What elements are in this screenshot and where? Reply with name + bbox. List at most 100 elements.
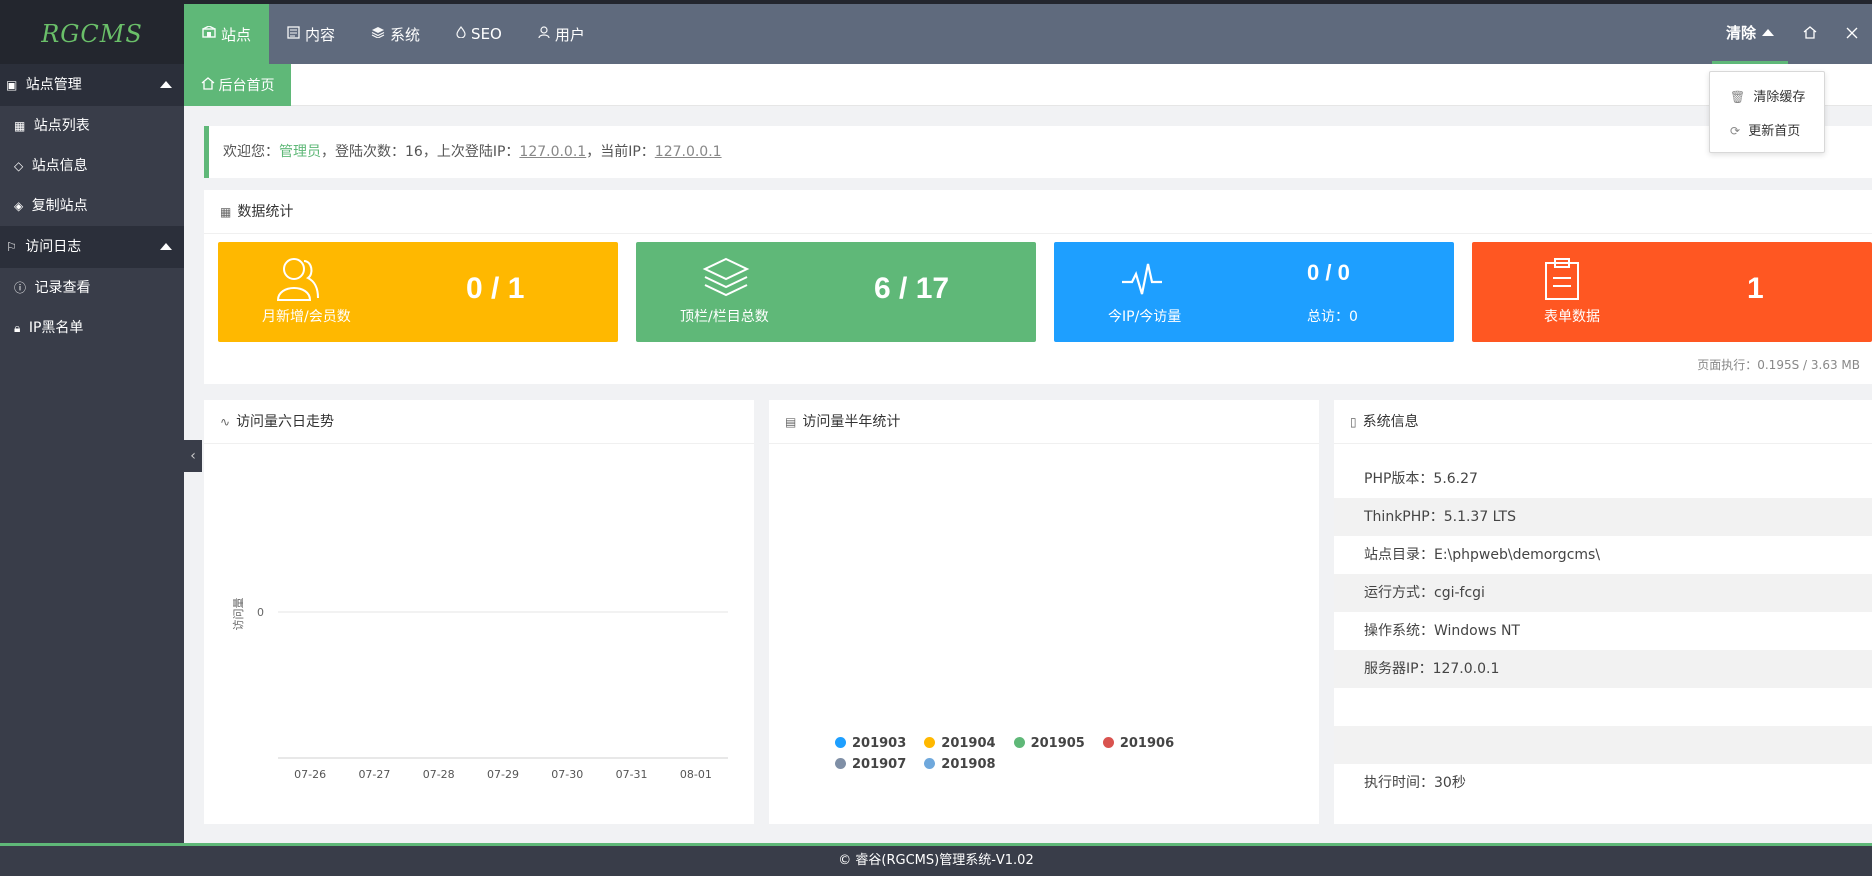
close-button[interactable]: [1832, 4, 1872, 64]
home-button[interactable]: [1788, 4, 1832, 64]
topnav-label: 用户: [554, 25, 585, 44]
site-icon: [202, 25, 216, 42]
login-count: 16: [405, 144, 423, 160]
footer: © 睿谷(RGCMS)管理系统-V1.02: [0, 843, 1872, 876]
stat-card-value: 0 / 1: [466, 272, 525, 305]
topnav-seo[interactable]: SEO: [438, 4, 520, 64]
welcome-bar: 欢迎您：管理员，登陆次数：16，上次登陆IP：127.0.0.1，当前IP：12…: [204, 126, 1872, 178]
sysinfo-row: 操作系统：Windows NT: [1364, 623, 1520, 639]
stat-card-forms[interactable]: 表单数据 1: [1472, 242, 1872, 342]
x-tick-label: 07-31: [616, 768, 648, 781]
stat-card-columns[interactable]: 顶栏/栏目总数 6 / 17: [636, 242, 1036, 342]
sidebar-item-label: 站点列表: [33, 118, 90, 134]
clipboard-icon: ▤: [785, 415, 797, 429]
legend-dot: [924, 737, 936, 748]
welcome-prefix: 欢迎您：: [223, 144, 279, 160]
stat-card-label: 顶栏/栏目总数: [680, 309, 769, 325]
sidebar-collapse-button[interactable]: ‹: [184, 440, 202, 472]
topnav-label: 站点: [221, 25, 252, 44]
topnav-label: 内容: [305, 25, 336, 44]
last-ip-link[interactable]: 127.0.0.1: [519, 144, 586, 160]
sysinfo-rows: PHP版本：5.6.27 ThinkPHP：5.1.37 LTS 站点目录：E:…: [1334, 444, 1872, 802]
legend-item[interactable]: 201903: [835, 736, 906, 751]
tag-icon: ◇: [14, 159, 24, 173]
sidebar-item-site-list[interactable]: ▦ 站点列表: [0, 106, 184, 146]
sidebar-group-visit-log[interactable]: ⚐ 访问日志: [0, 226, 184, 268]
sidebar-item-copy-site[interactable]: ◈ 复制站点: [0, 186, 184, 226]
sidebar-item-label: 站点信息: [31, 158, 88, 174]
sidebar-item-record-view[interactable]: ⓘ 记录查看: [0, 268, 184, 308]
legend-item[interactable]: 201907: [835, 757, 906, 772]
legend-item[interactable]: 201904: [924, 736, 996, 751]
list-icon: ▦: [14, 119, 26, 133]
legend-label: 201903: [852, 736, 907, 751]
stat-card-members[interactable]: 月新增/会员数 0 / 1: [218, 242, 618, 342]
topnav-content[interactable]: 内容: [269, 4, 353, 64]
stat-card-value: 0 / 0: [1307, 260, 1350, 285]
x-tick-label: 07-30: [551, 768, 583, 781]
x-tick-label: 07-28: [423, 768, 455, 781]
stat-card-label: 表单数据: [1544, 309, 1600, 325]
legend-item[interactable]: 201906: [1102, 736, 1174, 751]
welcome-user: 管理员: [279, 144, 321, 160]
sidebar-group-site-manage[interactable]: ▣ 站点管理: [0, 64, 184, 106]
chart1-title: ∿ 访问量六日走势: [204, 400, 754, 444]
app-logo[interactable]: RGCMS: [0, 4, 184, 64]
sidebar-item-label: 复制站点: [31, 198, 88, 214]
topnav-user[interactable]: 用户: [520, 4, 603, 64]
user-icon: [538, 25, 550, 43]
sysinfo-row: PHP版本：5.6.27: [1364, 471, 1478, 487]
stack-icon: [702, 256, 758, 302]
legend-label: 201904: [941, 736, 996, 751]
chart2-legend: 201903 201904 201905 201906 201907 201908: [835, 736, 1255, 778]
seo-icon: [456, 26, 466, 42]
system-icon: [371, 26, 385, 42]
sysinfo-row: 站点目录：E:\phpweb\demorgcms\: [1364, 547, 1601, 563]
stat-card-value: 6 / 17: [874, 272, 950, 305]
legend-label: 201908: [941, 757, 996, 772]
caret-up-icon: [1762, 29, 1774, 36]
sysinfo-row: 执行时间：30秒: [1364, 775, 1466, 791]
sidebar-item-ip-blacklist[interactable]: 🔒︎ IP黑名单: [0, 308, 184, 348]
clear-menu-button[interactable]: 清除: [1711, 4, 1788, 64]
content-icon: [287, 25, 300, 43]
top-navigation: 站点 内容 系统 SEO 用户: [184, 4, 603, 64]
footer-text: © 睿谷(RGCMS)管理系统-V1.02: [838, 853, 1034, 868]
stats-title: ▦ 数据统计: [204, 190, 1872, 234]
dropdown-item-update-home[interactable]: ⟳ 更新首页: [1710, 114, 1824, 148]
dropdown-item-label: 更新首页: [1748, 124, 1801, 139]
document-icon: ▯: [1350, 415, 1357, 429]
chart2-title-text: 访问量半年统计: [802, 414, 901, 430]
legend-item[interactable]: 201905: [1013, 736, 1085, 751]
clipboard-icon: [1542, 256, 1598, 302]
topnav-site[interactable]: 站点: [184, 4, 270, 64]
dropdown-item-label: 清除缓存: [1753, 90, 1806, 105]
sysinfo-row: ThinkPHP：5.1.37 LTS: [1334, 498, 1872, 536]
stat-cards: 月新增/会员数 0 / 1 顶栏/栏目总数 6 / 17 今IP/今访量 0 /…: [218, 242, 1872, 342]
sidebar-item-site-info[interactable]: ◇ 站点信息: [0, 146, 184, 186]
tab-dashboard-home[interactable]: 后台首页: [184, 64, 291, 106]
legend-label: 201905: [1030, 736, 1085, 751]
chart1-title-text: 访问量六日走势: [236, 414, 335, 430]
stat-card-visits[interactable]: 今IP/今访量 0 / 0 总访：0: [1054, 242, 1454, 342]
x-tick-label: 07-26: [294, 768, 326, 781]
x-tick-label: 07-27: [358, 768, 390, 781]
site-manage-icon: ▣: [6, 78, 18, 92]
page-exec-info: 页面执行：0.195S / 3.63 MB: [1697, 358, 1860, 372]
current-ip-link[interactable]: 127.0.0.1: [655, 144, 722, 160]
legend-label: 201907: [852, 757, 907, 772]
topnav-system[interactable]: 系统: [353, 4, 438, 64]
sysinfo-row: 运行方式：cgi-fcgi: [1334, 574, 1872, 612]
top-header: RGCMS 站点 内容 系统 SEO 用户 清除: [0, 0, 1872, 64]
info-icon: ⓘ: [14, 281, 27, 295]
legend-dot: [1102, 737, 1114, 748]
collapse-up-icon: [160, 81, 172, 88]
legend-item[interactable]: 201908: [924, 757, 996, 772]
dropdown-item-clear-cache[interactable]: 🗑 清除缓存: [1710, 80, 1824, 114]
clear-label: 清除: [1725, 24, 1756, 42]
x-tick-label: 07-29: [487, 768, 519, 781]
trash-icon: 🗑: [1730, 90, 1746, 104]
tab-strip: 后台首页: [184, 64, 1872, 106]
system-info-panel: ▯ 系统信息 PHP版本：5.6.27 ThinkPHP：5.1.37 LTS 站…: [1334, 400, 1872, 824]
layers-icon: ◈: [14, 199, 24, 213]
